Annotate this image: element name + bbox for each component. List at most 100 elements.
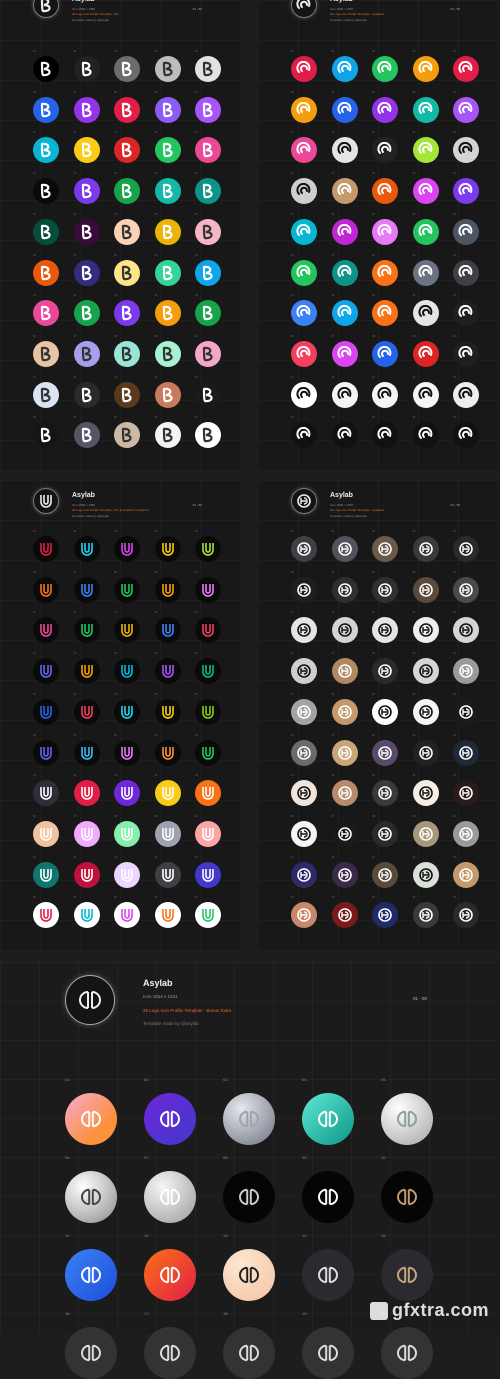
logo-icon-swatch[interactable]: [73, 902, 100, 929]
logo-icon-swatch[interactable]: [291, 780, 317, 807]
logo-icon-swatch[interactable]: [412, 381, 439, 408]
logo-icon-swatch[interactable]: [73, 576, 100, 603]
logo-icon-swatch[interactable]: [114, 820, 140, 847]
logo-icon-swatch[interactable]: [114, 536, 140, 562]
logo-icon-swatch[interactable]: [33, 820, 59, 847]
logo-icon-swatch[interactable]: [73, 56, 100, 82]
logo-icon-swatch[interactable]: [291, 820, 317, 847]
logo-icon-swatch[interactable]: [372, 576, 398, 603]
logo-icon-swatch[interactable]: [331, 56, 358, 82]
logo-icon-swatch[interactable]: [412, 259, 439, 286]
logo-icon-swatch[interactable]: [412, 178, 439, 205]
logo-icon-swatch[interactable]: [154, 381, 181, 408]
logo-icon-swatch[interactable]: [73, 739, 100, 766]
logo-icon-swatch[interactable]: [33, 56, 59, 82]
logo-icon-swatch[interactable]: [291, 658, 317, 685]
logo-icon-swatch[interactable]: [331, 381, 358, 408]
logo-icon-swatch[interactable]: [412, 536, 439, 562]
logo-icon-swatch[interactable]: [453, 820, 479, 847]
bonus-logo-icon[interactable]: [381, 1171, 433, 1223]
logo-icon-swatch[interactable]: [154, 300, 181, 327]
logo-icon-swatch[interactable]: [154, 56, 181, 82]
logo-icon-swatch[interactable]: [195, 658, 221, 685]
logo-icon-swatch[interactable]: [114, 218, 140, 245]
logo-icon-swatch[interactable]: [33, 218, 59, 245]
logo-icon-swatch[interactable]: [114, 861, 140, 888]
logo-icon-swatch[interactable]: [73, 96, 100, 123]
logo-icon-swatch[interactable]: [291, 576, 317, 603]
logo-icon-swatch[interactable]: [114, 658, 140, 685]
logo-icon-swatch[interactable]: [33, 340, 59, 367]
logo-icon-swatch[interactable]: [195, 178, 221, 205]
logo-icon-swatch[interactable]: [331, 300, 358, 327]
bonus-logo-icon[interactable]: [65, 1249, 117, 1301]
logo-icon-swatch[interactable]: [372, 96, 398, 123]
logo-icon-swatch[interactable]: [33, 536, 59, 562]
bonus-logo-icon[interactable]: [381, 1093, 433, 1145]
logo-icon-swatch[interactable]: [331, 536, 358, 562]
logo-icon-swatch[interactable]: [412, 137, 439, 164]
logo-icon-swatch[interactable]: [291, 739, 317, 766]
logo-icon-swatch[interactable]: [412, 56, 439, 82]
logo-icon-swatch[interactable]: [372, 259, 398, 286]
logo-icon-swatch[interactable]: [154, 576, 181, 603]
logo-icon-swatch[interactable]: [154, 617, 181, 644]
logo-icon-swatch[interactable]: [33, 780, 59, 807]
logo-icon-swatch[interactable]: [114, 96, 140, 123]
logo-icon-swatch[interactable]: [412, 300, 439, 327]
logo-icon-swatch[interactable]: [412, 861, 439, 888]
bonus-logo-icon[interactable]: [223, 1171, 275, 1223]
logo-icon-swatch[interactable]: [412, 218, 439, 245]
logo-icon-swatch[interactable]: [453, 340, 479, 367]
logo-icon-swatch[interactable]: [372, 300, 398, 327]
logo-icon-swatch[interactable]: [114, 698, 140, 725]
logo-icon-swatch[interactable]: [412, 780, 439, 807]
bonus-logo-icon[interactable]: [65, 1171, 117, 1223]
bonus-logo-icon[interactable]: [302, 1093, 354, 1145]
logo-icon-swatch[interactable]: [33, 698, 59, 725]
logo-icon-swatch[interactable]: [291, 300, 317, 327]
logo-icon-swatch[interactable]: [372, 820, 398, 847]
logo-icon-swatch[interactable]: [73, 381, 100, 408]
logo-icon-swatch[interactable]: [331, 739, 358, 766]
logo-icon-swatch[interactable]: [331, 658, 358, 685]
logo-icon-swatch[interactable]: [114, 259, 140, 286]
logo-icon-swatch[interactable]: [33, 576, 59, 603]
bonus-logo-icon[interactable]: [302, 1327, 354, 1379]
logo-icon-swatch[interactable]: [73, 218, 100, 245]
logo-icon-swatch[interactable]: [73, 658, 100, 685]
logo-icon-swatch[interactable]: [291, 96, 317, 123]
logo-icon-swatch[interactable]: [453, 300, 479, 327]
logo-icon-swatch[interactable]: [73, 780, 100, 807]
logo-icon-swatch[interactable]: [453, 658, 479, 685]
logo-icon-swatch[interactable]: [154, 658, 181, 685]
logo-icon-swatch[interactable]: [195, 698, 221, 725]
bonus-logo-icon[interactable]: [65, 1327, 117, 1379]
logo-icon-swatch[interactable]: [33, 861, 59, 888]
logo-icon-swatch[interactable]: [372, 340, 398, 367]
logo-icon-swatch[interactable]: [372, 861, 398, 888]
logo-icon-swatch[interactable]: [195, 381, 221, 408]
logo-icon-swatch[interactable]: [154, 780, 181, 807]
logo-icon-swatch[interactable]: [114, 340, 140, 367]
logo-icon-swatch[interactable]: [453, 739, 479, 766]
logo-icon-swatch[interactable]: [154, 739, 181, 766]
logo-icon-swatch[interactable]: [291, 259, 317, 286]
logo-icon-swatch[interactable]: [195, 739, 221, 766]
logo-icon-swatch[interactable]: [412, 820, 439, 847]
logo-icon-swatch[interactable]: [195, 576, 221, 603]
logo-icon-swatch[interactable]: [331, 617, 358, 644]
logo-icon-swatch[interactable]: [195, 218, 221, 245]
bonus-logo-icon[interactable]: [302, 1249, 354, 1301]
logo-icon-swatch[interactable]: [331, 178, 358, 205]
logo-icon-swatch[interactable]: [154, 218, 181, 245]
logo-icon-swatch[interactable]: [114, 780, 140, 807]
logo-icon-swatch[interactable]: [453, 381, 479, 408]
logo-icon-swatch[interactable]: [195, 780, 221, 807]
logo-icon-swatch[interactable]: [291, 218, 317, 245]
logo-icon-swatch[interactable]: [331, 820, 358, 847]
logo-icon-swatch[interactable]: [412, 698, 439, 725]
logo-icon-swatch[interactable]: [412, 422, 439, 449]
logo-icon-swatch[interactable]: [73, 617, 100, 644]
logo-icon-swatch[interactable]: [154, 820, 181, 847]
